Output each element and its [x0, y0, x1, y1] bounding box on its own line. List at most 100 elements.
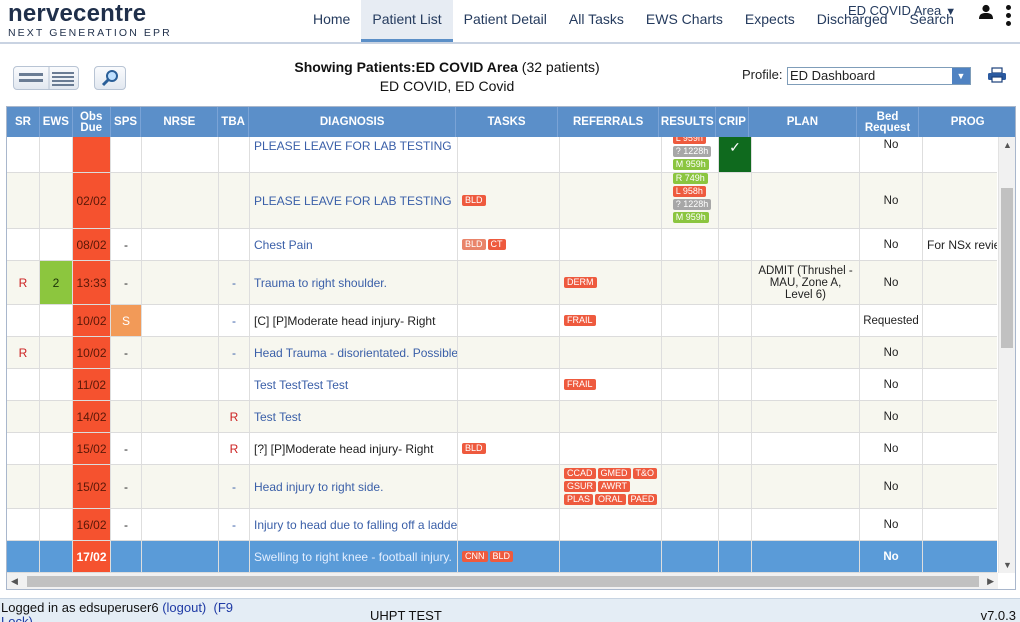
result-tag[interactable]: M 959h: [672, 212, 709, 223]
column-header-bed-request[interactable]: Bed Request: [857, 107, 920, 137]
cell-diag[interactable]: Head Trauma - disorientated. Possible fr: [250, 337, 458, 368]
task-tag[interactable]: BLD: [462, 442, 486, 454]
referral-tag[interactable]: FRAIL: [564, 378, 596, 390]
nav-tab-patient-list[interactable]: Patient List: [361, 0, 453, 42]
column-header-sr[interactable]: SR: [7, 107, 40, 137]
column-header-crip[interactable]: CRIP: [716, 107, 750, 137]
cell-plan: [752, 305, 860, 336]
logo: nervecentre NEXT GENERATION EPR: [8, 1, 172, 40]
result-tag[interactable]: ? 1228h: [672, 199, 712, 210]
cell-tba: R: [219, 401, 250, 432]
result-tag[interactable]: L 958h: [672, 186, 706, 197]
column-header-obs-due[interactable]: Obs Due: [73, 107, 111, 137]
nav-tab-patient-detail[interactable]: Patient Detail: [453, 0, 558, 42]
task-tag[interactable]: BLD: [462, 194, 486, 206]
cell-crip: ✓: [719, 137, 752, 172]
table-row[interactable]: R 10/02- - Head Trauma - disorientated. Pos…: [7, 337, 997, 369]
table-row[interactable]: 17/02 Swelling to right knee - football i…: [7, 541, 997, 573]
cell-crip: [719, 465, 752, 508]
table-row[interactable]: R 2 13:33- - Trauma to right shoulder. DERM AD…: [7, 261, 997, 305]
table-row[interactable]: 15/02- R [?] [P]Moderate head injury- Righ…: [7, 433, 997, 465]
table-row[interactable]: 16/02- - Injury to head due to falling off…: [7, 509, 997, 541]
result-tag[interactable]: R 749h: [672, 173, 708, 184]
cell-sps: [111, 137, 142, 172]
referral-tag[interactable]: DERM: [564, 276, 597, 288]
table-row[interactable]: 02/02 PLEASE LEAVE FOR LAB TESTING BLD R 74…: [7, 173, 997, 229]
column-header-prog[interactable]: PROG: [919, 107, 1015, 137]
cell-diag[interactable]: Trauma to right shoulder.: [250, 261, 458, 304]
table-row[interactable]: 14/02 R Test Test No: [7, 401, 997, 433]
area-selector[interactable]: ED COVID Area ▼: [848, 3, 956, 18]
nav-tab-home[interactable]: Home: [302, 0, 361, 42]
column-header-plan[interactable]: PLAN: [749, 107, 857, 137]
kebab-menu-icon[interactable]: [1006, 5, 1014, 29]
task-tag[interactable]: BLD: [462, 238, 486, 250]
table-row[interactable]: 15/02- - Head injury to right side. CCAD GME…: [7, 465, 997, 509]
cell-diag[interactable]: Test Test: [250, 401, 458, 432]
cell-sr: [7, 541, 40, 572]
cell-diag[interactable]: Head injury to right side.: [250, 465, 458, 508]
cell-plan: [752, 433, 860, 464]
user-icon[interactable]: [978, 4, 994, 20]
horizontal-scroll-thumb[interactable]: [27, 576, 979, 587]
scroll-right-icon[interactable]: ▶: [987, 576, 994, 587]
column-header-tasks[interactable]: TASKS: [456, 107, 558, 137]
logout-link[interactable]: (logout): [162, 600, 206, 615]
nav-tab-expects[interactable]: Expects: [734, 0, 806, 42]
table-row[interactable]: 10/02 S - [C] [P]Moderate head injury- Righ…: [7, 305, 997, 337]
referral-tag[interactable]: GMED: [597, 467, 631, 479]
cell-bed: No: [860, 137, 923, 172]
cell-tba: -: [219, 337, 250, 368]
column-header-sps[interactable]: SPS: [111, 107, 142, 137]
cell-ews: [40, 433, 73, 464]
cell-diag[interactable]: PLEASE LEAVE FOR LAB TESTING: [250, 173, 458, 228]
profile-label: Profile:: [742, 67, 783, 82]
column-header-results[interactable]: RESULTS: [659, 107, 717, 137]
table-row[interactable]: 11/02 Test TestTest Test FRAIL No: [7, 369, 997, 401]
cell-diag[interactable]: [C] [P]Moderate head injury- Right: [250, 305, 458, 336]
cell-diag[interactable]: Chest Pain: [250, 229, 458, 260]
task-tag[interactable]: CT: [487, 238, 506, 250]
column-header-referrals[interactable]: REFERRALS: [558, 107, 660, 137]
result-tag[interactable]: ? 1228h: [672, 146, 712, 157]
column-header-tba[interactable]: TBA: [218, 107, 250, 137]
cell-sr: [7, 173, 40, 228]
column-header-ews[interactable]: EWS: [40, 107, 73, 137]
column-header-nrse[interactable]: NRSE: [141, 107, 219, 137]
referral-tag[interactable]: GSUR: [564, 480, 597, 492]
vertical-scrollbar[interactable]: ▲ ▼: [998, 137, 1015, 573]
cell-diag[interactable]: [?] [P]Moderate head injury- Right: [250, 433, 458, 464]
cell-diag[interactable]: Test TestTest Test: [250, 369, 458, 400]
referral-tag[interactable]: PAED: [627, 493, 658, 505]
task-tag[interactable]: CNN: [462, 550, 488, 562]
scroll-left-icon[interactable]: ◀: [11, 576, 18, 587]
referral-tag[interactable]: PLAS: [564, 493, 594, 505]
nav-tab-ews-charts[interactable]: EWS Charts: [635, 0, 734, 42]
column-header-diagnosis[interactable]: DIAGNOSIS: [249, 107, 457, 137]
cell-crip: [719, 541, 752, 572]
referral-tag[interactable]: T&O: [632, 467, 658, 479]
profile-select[interactable]: ED Dashboard ▼: [787, 67, 971, 85]
task-tag[interactable]: BLD: [489, 550, 514, 562]
cell-diag[interactable]: Swelling to right knee - football injury…: [250, 541, 458, 572]
referral-tag[interactable]: AWRT: [598, 480, 631, 492]
nav-tab-all-tasks[interactable]: All Tasks: [558, 0, 635, 42]
printer-icon[interactable]: [987, 67, 1007, 83]
referral-tag[interactable]: CCAD: [564, 467, 596, 479]
vertical-scroll-thumb[interactable]: [1001, 188, 1013, 348]
scroll-down-icon[interactable]: ▼: [1003, 560, 1012, 570]
result-tag[interactable]: M 959h: [672, 159, 709, 170]
cell-refs: CCAD GMED T&O GSUR AWRT PLAS ORAL PAED: [560, 465, 662, 508]
result-tag[interactable]: L 959h: [672, 137, 706, 144]
scroll-up-icon[interactable]: ▲: [1003, 140, 1012, 150]
cell-prog: [923, 369, 997, 400]
referral-tag[interactable]: ORAL: [595, 493, 626, 505]
table-row[interactable]: 08/02-Chest PainBLDCTNoFor NSx review: [7, 229, 997, 261]
table-row[interactable]: PLEASE LEAVE FOR LAB TESTING L 959h ? 1228…: [7, 137, 997, 173]
cell-prog: [923, 541, 997, 572]
cell-diag[interactable]: Injury to head due to falling off a ladd…: [250, 509, 458, 540]
cell-bed: No: [860, 401, 923, 432]
cell-diag[interactable]: PLEASE LEAVE FOR LAB TESTING: [250, 137, 458, 172]
referral-tag[interactable]: FRAIL: [564, 314, 596, 326]
horizontal-scrollbar[interactable]: ◀ ▶: [7, 573, 998, 589]
